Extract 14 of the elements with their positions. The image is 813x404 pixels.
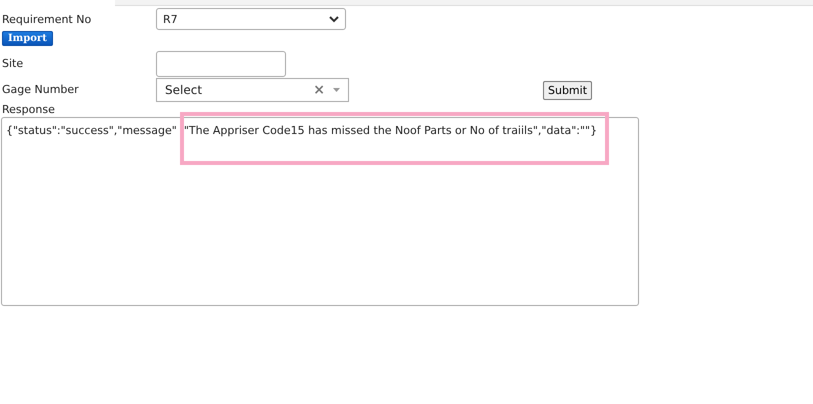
clear-icon[interactable]: ×: [313, 82, 325, 98]
import-button[interactable]: Import: [2, 31, 53, 46]
chevron-down-icon: [329, 16, 339, 22]
highlighted-response-text: "The Appriser Code15 has missed the Noof Parts or No of traiils","data":""}: [184, 124, 598, 137]
gage-number-dropdown[interactable]: Select ×: [156, 78, 349, 102]
caret-down-icon: [333, 88, 340, 92]
response-text: {"status":"success","message": [6, 124, 177, 137]
response-label: Response: [2, 103, 56, 117]
site-label: Site: [2, 56, 24, 70]
requirement-no-label: Requirement No: [2, 13, 92, 27]
site-input-field[interactable]: [156, 50, 286, 76]
gage-number-label: Gage Number: [2, 83, 80, 97]
requirement-no-dropdown[interactable]: R7: [156, 8, 346, 30]
submit-button[interactable]: Submit: [543, 80, 592, 100]
